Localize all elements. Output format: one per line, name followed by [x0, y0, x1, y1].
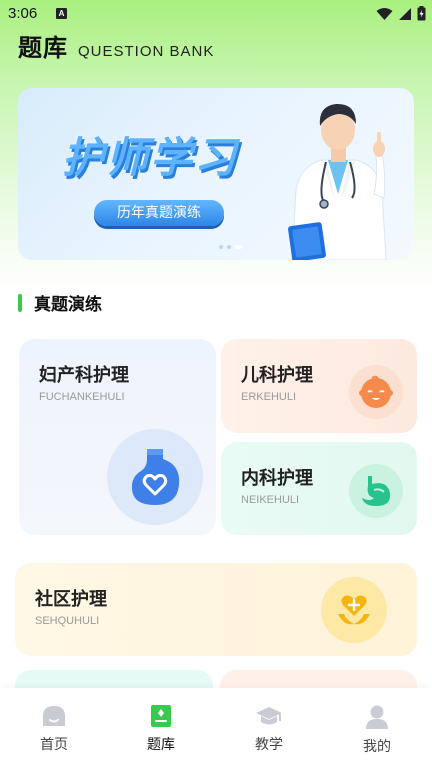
status-bar: 3:06 A [0, 0, 432, 28]
category-name: 妇产科护理 [39, 365, 129, 386]
signal-icon [399, 7, 411, 20]
category-icon-bg [349, 464, 403, 518]
section-accent-bar [18, 293, 22, 312]
heart-hands-icon [338, 595, 370, 625]
category-icon-bg [349, 365, 403, 419]
stomach-icon [362, 476, 391, 506]
status-time: 3:06 [8, 5, 38, 22]
nav-label: 首页 [40, 737, 68, 753]
doctor-illustration [288, 103, 387, 260]
battery-icon [417, 6, 426, 21]
page-header: 题库 QUESTION BANK [18, 28, 214, 63]
section-title: 真题演练 [34, 295, 102, 315]
category-pinyin: NEIKEHULI [241, 494, 300, 506]
nav-label: 题库 [147, 737, 175, 753]
graduation-cap-icon [256, 707, 282, 725]
bottom-nav: 首页 题库 教学 我的 [0, 688, 432, 769]
category-name: 儿科护理 [241, 365, 313, 386]
pagination-dot [227, 245, 231, 249]
page-subtitle: QUESTION BANK [78, 43, 215, 60]
pagination-dot [219, 245, 223, 249]
category-pinyin: FUCHANKEHULI [39, 391, 125, 403]
category-pinyin: SEHQUHULI [35, 615, 100, 627]
nav-item-teaching[interactable]: 教学 [239, 704, 299, 754]
category-icon-bg [321, 577, 387, 643]
promo-banner[interactable]: 护师学习 历年真题演练 [18, 88, 414, 260]
category-name: 内科护理 [241, 468, 313, 489]
banner-pill: 历年真题演练 [94, 200, 224, 226]
home-icon [43, 706, 65, 726]
nav-item-home[interactable]: 首页 [24, 704, 84, 754]
category-card-shequ[interactable]: 社区护理 SEHQUHULI [15, 563, 417, 656]
wifi-icon [376, 7, 393, 20]
profile-icon [366, 705, 388, 729]
uterus-heart-icon [131, 449, 180, 505]
nav-item-question-bank[interactable]: 题库 [131, 704, 191, 754]
banner-headline: 护师学习 [62, 133, 239, 182]
nav-item-profile[interactable]: 我的 [347, 704, 407, 756]
banner-pagination [219, 245, 242, 249]
category-card-neike[interactable]: 内科护理 NEIKEHULI [221, 442, 417, 535]
category-name: 社区护理 [35, 589, 107, 610]
nav-label: 我的 [363, 739, 391, 755]
baby-face-icon [359, 375, 393, 408]
question-bank-icon [151, 705, 171, 727]
category-icon-bg [107, 429, 203, 525]
page-title: 题库 [18, 34, 68, 62]
notification-icon: A [56, 8, 67, 19]
section-header: 真题演练 [18, 290, 102, 315]
category-pinyin: ERKEHULI [241, 391, 297, 403]
category-card-erke[interactable]: 儿科护理 ERKEHULI [221, 339, 417, 433]
pagination-dot-active [235, 245, 242, 249]
system-icons [376, 6, 426, 21]
category-card-fuchan[interactable]: 妇产科护理 FUCHANKEHULI [19, 339, 216, 535]
nav-label: 教学 [255, 737, 283, 753]
